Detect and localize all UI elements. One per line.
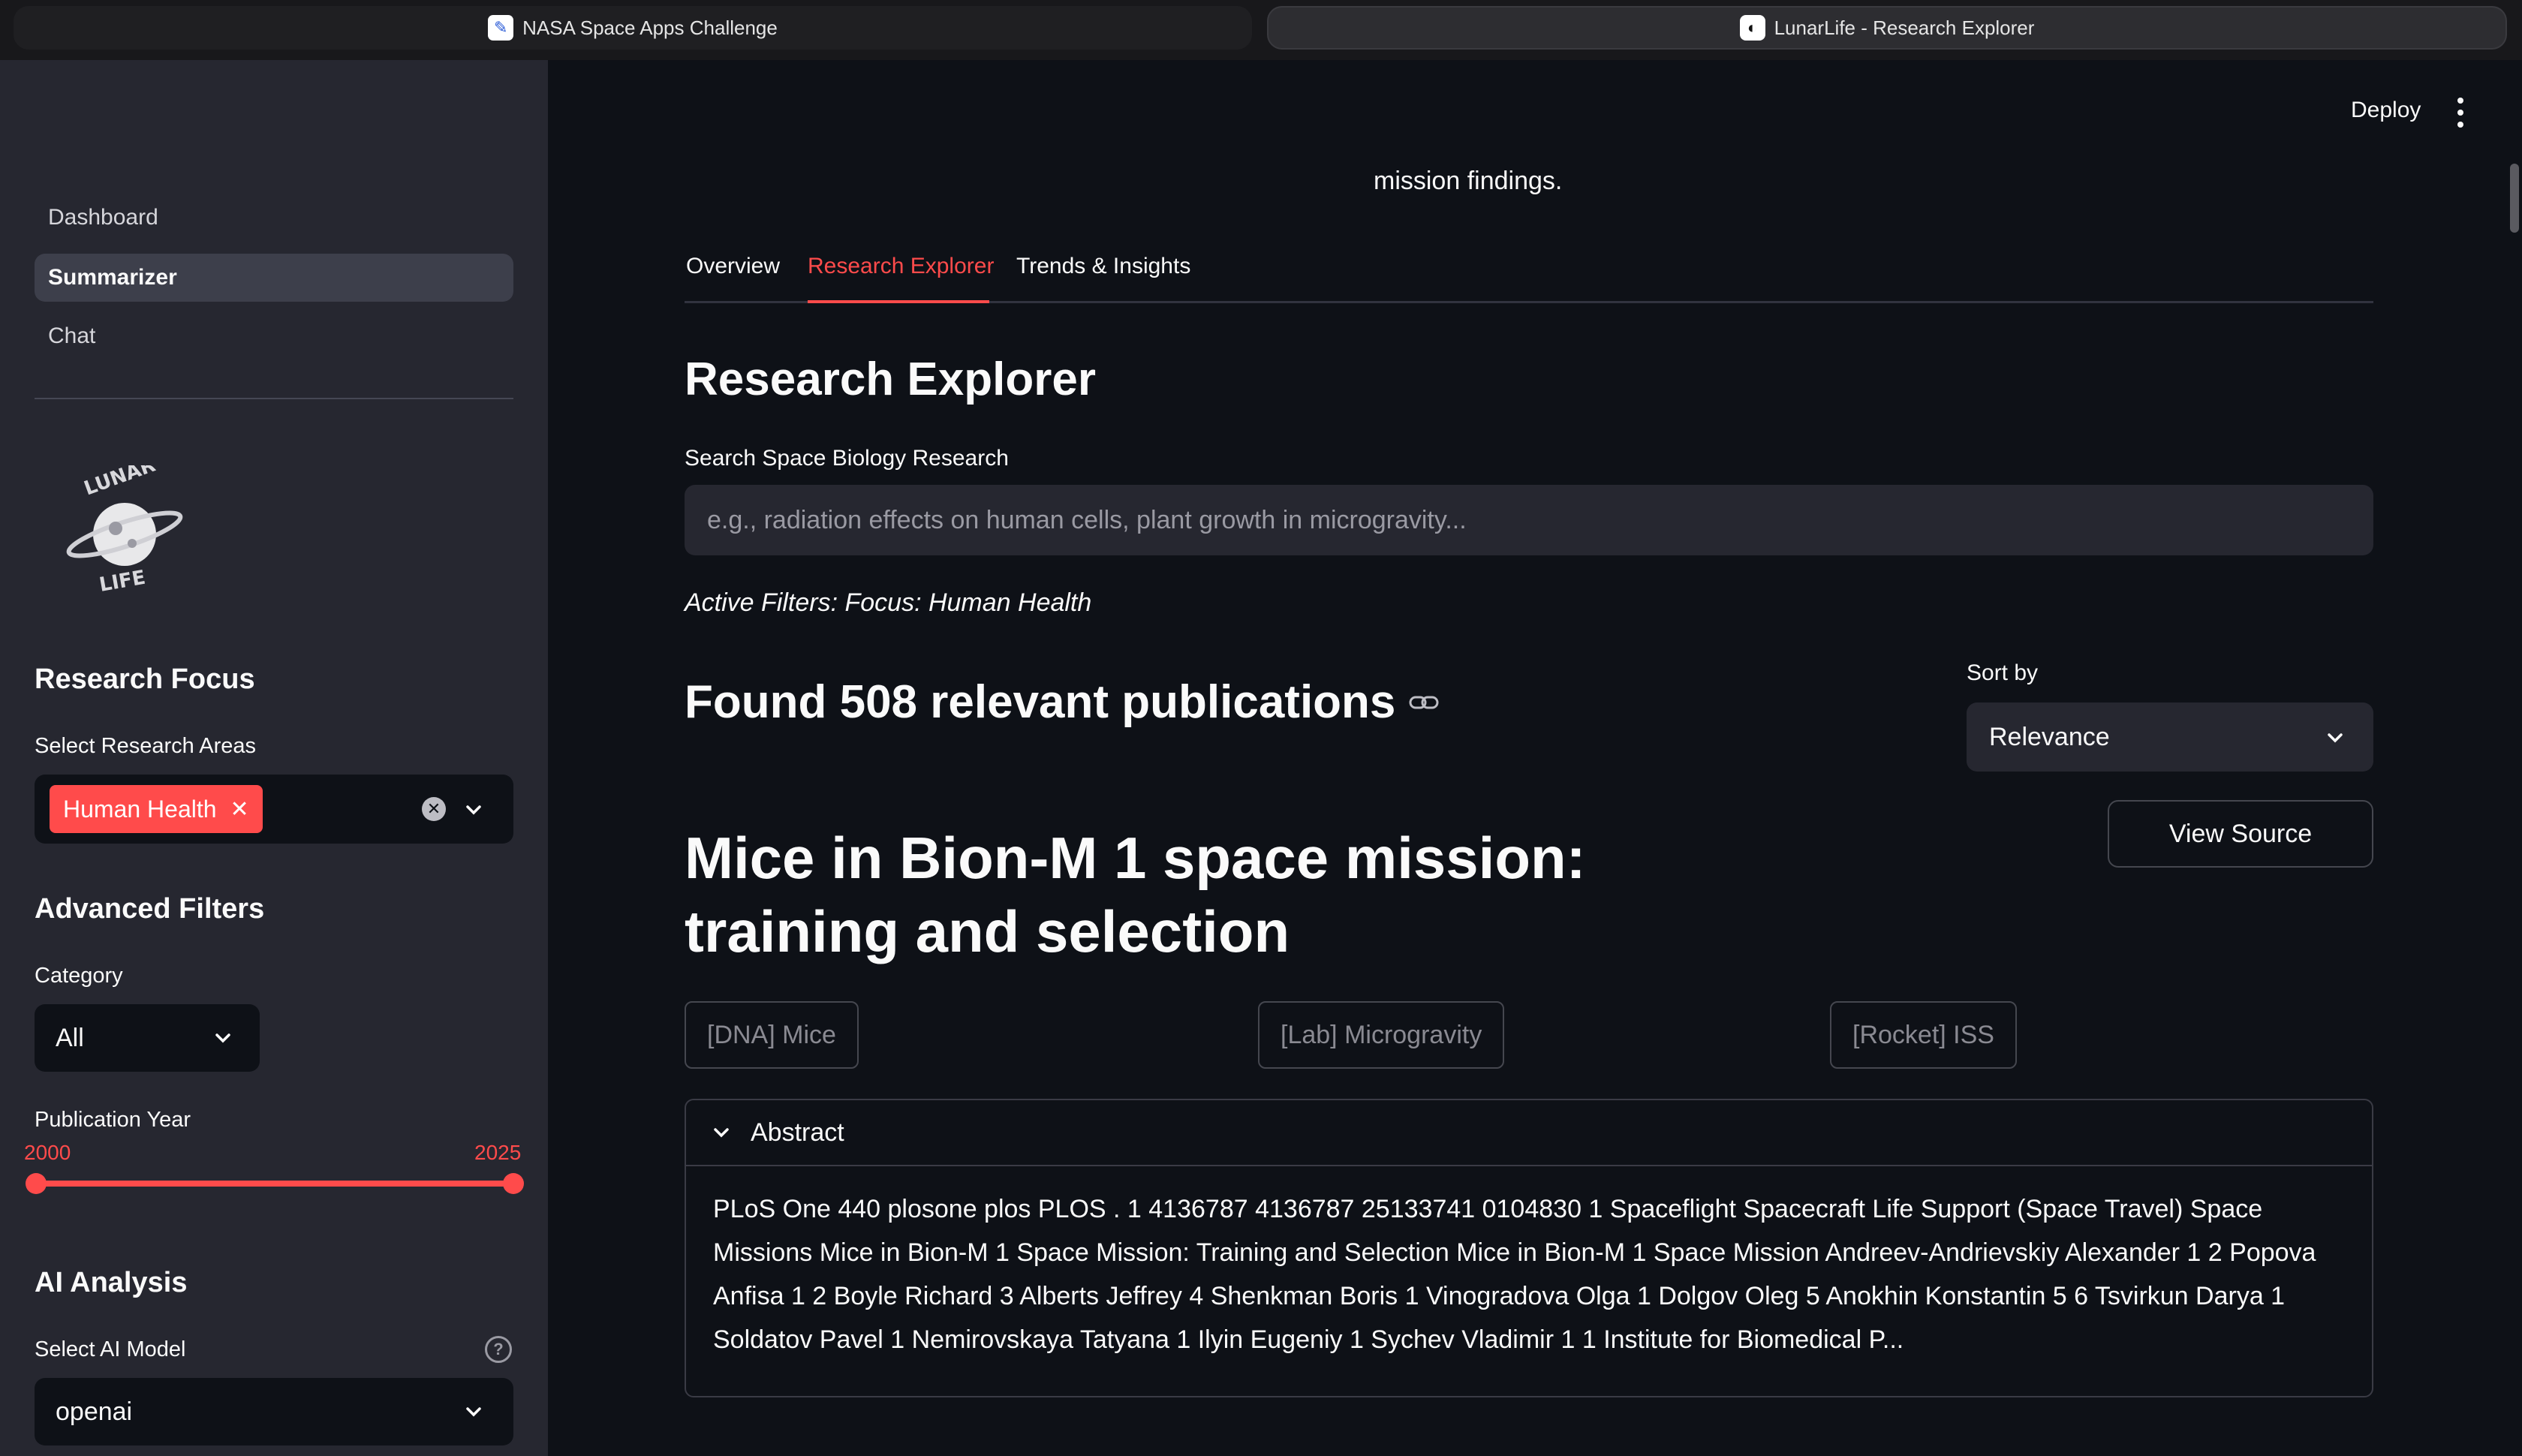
tag-mice: [DNA] Mice bbox=[685, 1001, 859, 1069]
abstract-text: PLoS One 440 plosone plos PLOS . 1 41367… bbox=[713, 1195, 2316, 1354]
nasa-spaceapps-icon: ✎ bbox=[488, 15, 514, 41]
help-icon[interactable]: ? bbox=[485, 1336, 512, 1363]
tab-research-explorer[interactable]: Research Explorer bbox=[808, 254, 994, 279]
category-label: Category bbox=[35, 964, 123, 988]
tag-microgravity: [Lab] Microgravity bbox=[1258, 1001, 1505, 1069]
main-tabs: Overview Research Explorer Trends & Insi… bbox=[685, 248, 2373, 303]
link-icon[interactable] bbox=[1409, 693, 1439, 711]
year-slider-min-thumb[interactable] bbox=[26, 1173, 47, 1194]
results-heading: Found 508 relevant publications bbox=[685, 675, 1439, 729]
abstract-label: Abstract bbox=[751, 1118, 844, 1147]
sort-label: Sort by bbox=[1967, 660, 2039, 685]
tab-overview[interactable]: Overview bbox=[686, 254, 780, 279]
clear-icon[interactable]: ✕ bbox=[422, 797, 446, 821]
chevron-down-icon bbox=[466, 1407, 481, 1417]
browser-tab-title: LunarLife - Research Explorer bbox=[1774, 16, 2035, 39]
ai-analysis-heading: AI Analysis bbox=[35, 1267, 188, 1298]
abstract-expander-header[interactable]: Abstract bbox=[686, 1100, 2372, 1166]
svg-text:LUNAR: LUNAR bbox=[81, 465, 158, 501]
more-menu-icon[interactable] bbox=[2456, 98, 2465, 128]
chevron-down-icon bbox=[215, 1033, 230, 1043]
category-value: All bbox=[56, 1023, 84, 1052]
category-select[interactable]: All bbox=[35, 1004, 260, 1072]
results-count-text: Found 508 relevant publications bbox=[685, 676, 1396, 728]
chip-label: Human Health bbox=[63, 795, 217, 823]
sidebar-item-chat[interactable]: Chat bbox=[35, 312, 513, 360]
research-focus-heading: Research Focus bbox=[35, 663, 255, 695]
sidebar-divider bbox=[35, 398, 513, 399]
year-min-value: 2000 bbox=[24, 1141, 71, 1164]
year-slider-track[interactable] bbox=[35, 1181, 513, 1187]
abstract-expander: Abstract PLoS One 440 plosone plos PLOS … bbox=[685, 1099, 2373, 1397]
research-areas-label: Select Research Areas bbox=[35, 734, 256, 758]
page-title: Research Explorer bbox=[685, 353, 1096, 405]
sidebar-item-summarizer[interactable]: Summarizer bbox=[35, 254, 513, 302]
publication-year-label: Publication Year bbox=[35, 1108, 191, 1132]
deploy-button[interactable]: Deploy bbox=[2351, 98, 2421, 123]
tab-trends-insights[interactable]: Trends & Insights bbox=[1016, 254, 1190, 279]
intro-text: mission findings. bbox=[1374, 167, 1563, 195]
browser-tab-lunarlife[interactable]: ◐ LunarLife - Research Explorer bbox=[1267, 6, 2507, 50]
active-tab-indicator bbox=[808, 300, 989, 303]
research-areas-multiselect[interactable]: Human Health ✕ ✕ bbox=[35, 775, 513, 844]
close-icon[interactable]: ✕ bbox=[230, 796, 249, 823]
year-slider-max-thumb[interactable] bbox=[503, 1173, 524, 1194]
browser-tab-nasa[interactable]: ✎ NASA Space Apps Challenge bbox=[14, 6, 1252, 50]
ai-model-value: openai bbox=[56, 1397, 133, 1426]
view-source-button[interactable]: View Source bbox=[2108, 800, 2373, 868]
sort-value: Relevance bbox=[1989, 722, 2110, 751]
sort-select[interactable]: Relevance bbox=[1967, 702, 2373, 772]
lunarlife-logo: LUNAR LIFE bbox=[66, 465, 183, 597]
chevron-down-icon bbox=[714, 1128, 729, 1138]
ai-model-select[interactable]: openai bbox=[35, 1378, 513, 1445]
chevron-down-icon[interactable] bbox=[464, 800, 483, 820]
active-filters-text: Active Filters: Focus: Human Health bbox=[685, 588, 1092, 617]
svg-text:LIFE: LIFE bbox=[98, 567, 147, 597]
search-label: Search Space Biology Research bbox=[685, 446, 1009, 471]
publication-title: Mice in Bion-M 1 space mission: training… bbox=[685, 825, 1586, 964]
tag-iss: [Rocket] ISS bbox=[1830, 1001, 2017, 1069]
search-input[interactable]: e.g., radiation effects on human cells, … bbox=[685, 485, 2373, 555]
year-max-value: 2025 bbox=[474, 1141, 522, 1164]
chevron-down-icon bbox=[2328, 733, 2343, 743]
browser-tab-title: NASA Space Apps Challenge bbox=[522, 16, 778, 39]
sidebar-item-dashboard[interactable]: Dashboard bbox=[35, 194, 513, 242]
ai-model-label: Select AI Model bbox=[35, 1337, 186, 1361]
lunarlife-icon: ◐ bbox=[1739, 15, 1765, 41]
main-scrollbar[interactable] bbox=[2510, 164, 2519, 233]
advanced-filters-heading: Advanced Filters bbox=[35, 893, 265, 925]
chip-human-health[interactable]: Human Health ✕ bbox=[50, 785, 263, 833]
browser-tab-bar: ✎ NASA Space Apps Challenge ◐ LunarLife … bbox=[0, 0, 2522, 60]
